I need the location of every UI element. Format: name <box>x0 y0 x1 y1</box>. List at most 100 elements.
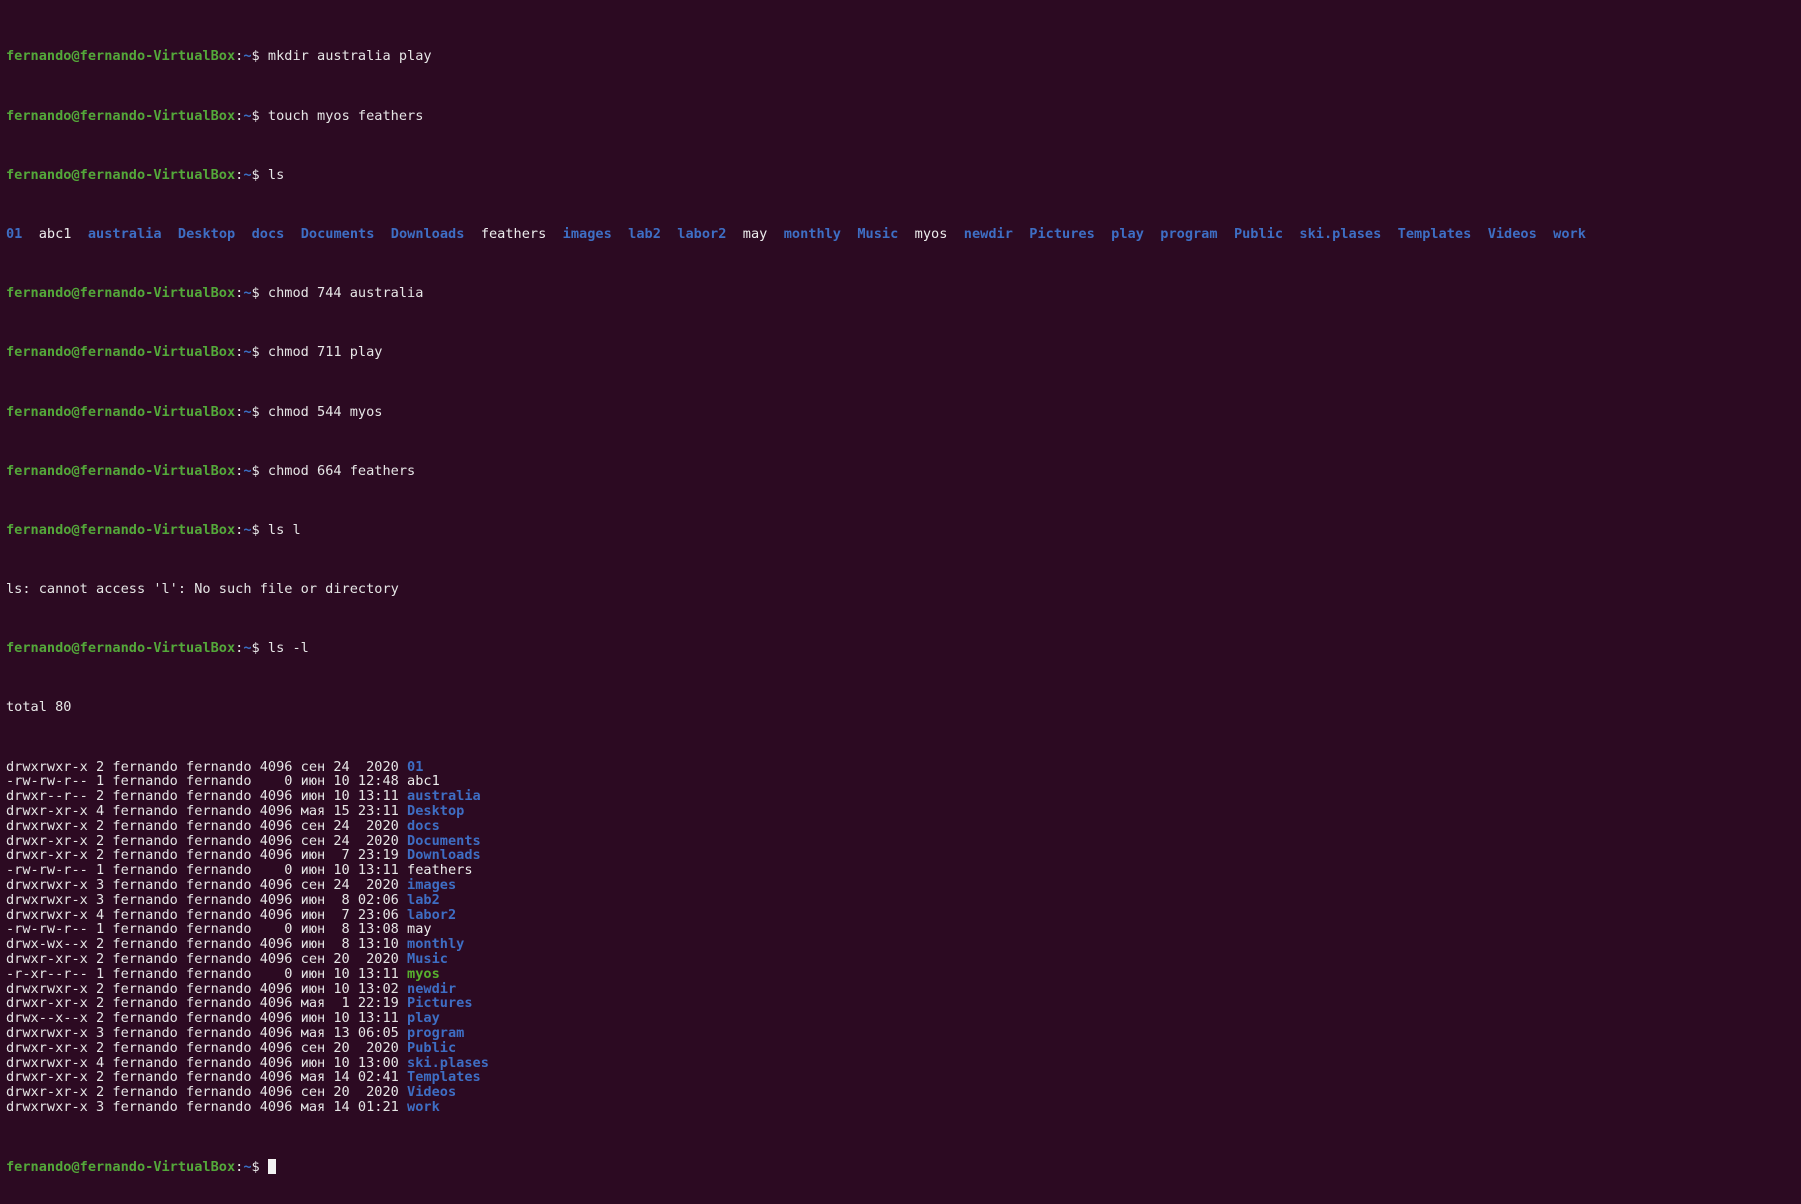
prompt-path: ~ <box>243 344 252 361</box>
ls-item: Public <box>1233 225 1284 242</box>
prompt-user-host: fernando@fernando-VirtualBox <box>6 1159 236 1176</box>
command-text: chmod 544 myos <box>267 403 383 420</box>
listing-meta: drwxr-xr-x 4 fernando fernando 4096 мая … <box>6 803 408 820</box>
listing-row: drwxrwxr-x 3 fernando fernando 4096 сен … <box>6 878 1795 893</box>
listing-meta: drwxr-xr-x 2 fernando fernando 4096 сен … <box>6 951 408 967</box>
command-text: chmod 744 australia <box>267 285 424 302</box>
listing-filename: Documents <box>407 832 481 849</box>
listing-meta: -rw-rw-r-- 1 fernando fernando 0 июн 10 … <box>6 773 408 790</box>
listing-meta: drwxrwxr-x 3 fernando fernando 4096 мая … <box>6 1024 408 1041</box>
prompt-user-host: fernando@fernando-VirtualBox <box>6 48 236 65</box>
listing-filename: newdir <box>407 980 457 997</box>
ls-item-separator <box>162 226 178 242</box>
listing-meta: drwxrwxr-x 2 fernando fernando 4096 июн … <box>6 980 408 997</box>
listing-meta: drwxr-xr-x 2 fernando fernando 4096 июн … <box>6 847 408 864</box>
listing-filename: feathers <box>407 862 473 879</box>
command-text: mkdir australia play <box>267 48 432 65</box>
listing-row: drwxr-xr-x 2 fernando fernando 4096 сен … <box>6 952 1795 967</box>
ls-item: images <box>562 225 612 242</box>
prompt-colon: : <box>235 1159 244 1176</box>
ls-item: 01 <box>6 225 23 242</box>
command-line: fernando@fernando-VirtualBox:~$ ls <box>6 166 1795 183</box>
listing-meta: drwxr-xr-x 2 fernando fernando 4096 сен … <box>6 1084 408 1101</box>
ls-item-separator <box>898 226 914 242</box>
command-line: fernando@fernando-VirtualBox:~$ ls -l <box>6 641 1795 656</box>
listing-meta: drwxr-xr-x 2 fernando fernando 4096 сен … <box>6 832 408 849</box>
listing-filename: 01 <box>407 758 424 775</box>
listing-filename: images <box>407 877 457 894</box>
listing-row: drwxrwxr-x 2 fernando fernando 4096 сен … <box>6 758 1795 775</box>
prompt-user-host: fernando@fernando-VirtualBox <box>6 403 236 420</box>
listing-meta: drwxrwxr-x 2 fernando fernando 4096 сен … <box>6 817 408 834</box>
active-prompt-line[interactable]: fernando@fernando-VirtualBox:~$ <box>6 1159 1795 1176</box>
prompt-symbol: $ <box>251 166 268 183</box>
command-text: chmod 711 play <box>267 344 383 361</box>
long-listing: drwxrwxr-x 2 fernando fernando 4096 сен … <box>6 758 1795 1115</box>
error-message: ls: cannot access 'l': No such file or d… <box>6 581 399 598</box>
ls-item: Templates <box>1397 225 1472 242</box>
listing-filename: abc1 <box>407 773 440 790</box>
listing-row: -rw-rw-r-- 1 fernando fernando 0 июн 10 … <box>6 863 1795 878</box>
listing-meta: drwxrwxr-x 4 fernando fernando 4096 июн … <box>6 906 408 923</box>
listing-row: drwxr-xr-x 2 fernando fernando 4096 сен … <box>6 832 1795 849</box>
listing-meta: -rw-rw-r-- 1 fernando fernando 0 июн 10 … <box>6 862 408 879</box>
ls-item: abc1 <box>38 225 72 242</box>
listing-filename: labor2 <box>407 906 457 923</box>
listing-filename: Music <box>407 951 448 967</box>
ls-output-line: 01 abc1 australia Desktop docs Documents… <box>6 227 1795 242</box>
listing-filename: monthly <box>407 936 465 953</box>
prompt-symbol: $ <box>251 640 268 657</box>
prompt-user-host: fernando@fernando-VirtualBox <box>6 640 236 657</box>
listing-meta: drwxrwxr-x 2 fernando fernando 4096 сен … <box>6 758 408 775</box>
ls-item: lab2 <box>628 225 661 242</box>
ls-item-separator <box>546 226 562 242</box>
ls-item-separator <box>612 226 628 242</box>
listing-filename: Public <box>407 1039 457 1056</box>
listing-filename: Videos <box>407 1084 457 1101</box>
ls-item: Videos <box>1487 225 1537 242</box>
prompt-symbol: $ <box>251 344 268 361</box>
listing-row: drwxrwxr-x 3 fernando fernando 4096 июн … <box>6 892 1795 908</box>
ls-item-separator <box>1095 226 1111 242</box>
terminal-window[interactable]: fernando@fernando-VirtualBox:~$ mkdir au… <box>0 0 1801 1175</box>
ls-item: Downloads <box>390 225 465 242</box>
listing-meta: drwxr-xr-x 2 fernando fernando 4096 мая … <box>6 1069 408 1086</box>
listing-filename: Downloads <box>407 847 481 864</box>
prompt-user-host: fernando@fernando-VirtualBox <box>6 166 236 183</box>
listing-meta: drwxr-xr-x 2 fernando fernando 4096 мая … <box>6 995 408 1012</box>
listing-row: -rw-rw-r-- 1 fernando fernando 0 июн 8 1… <box>6 922 1795 937</box>
ls-item-separator <box>235 226 251 242</box>
command-text: chmod 664 feathers <box>267 462 416 479</box>
ls-item: australia <box>87 225 162 242</box>
text-cursor[interactable] <box>267 1159 276 1175</box>
ls-item: ski.plases <box>1299 225 1382 242</box>
ls-item: Documents <box>300 225 375 242</box>
ls-item-separator <box>1537 226 1553 242</box>
listing-filename: docs <box>407 817 440 834</box>
listing-row: drwxr-xr-x 2 fernando fernando 4096 мая … <box>6 996 1795 1011</box>
prompt-symbol: $ <box>251 48 268 65</box>
ls-item-separator <box>464 226 480 242</box>
listing-row: drwxr-xr-x 4 fernando fernando 4096 мая … <box>6 804 1795 819</box>
listing-row: drwxr-xr-x 2 fernando fernando 4096 сен … <box>6 1039 1795 1056</box>
ls-item: play <box>1111 225 1144 242</box>
command-line: fernando@fernando-VirtualBox:~$ chmod 71… <box>6 345 1795 360</box>
listing-filename: Desktop <box>407 803 465 820</box>
command-line: fernando@fernando-VirtualBox:~$ touch my… <box>6 107 1795 124</box>
command-line: fernando@fernando-VirtualBox:~$ chmod 54… <box>6 403 1795 420</box>
ls-item-separator <box>1381 226 1397 242</box>
listing-row: drwx-wx--x 2 fernando fernando 4096 июн … <box>6 937 1795 952</box>
listing-row: -rw-rw-r-- 1 fernando fernando 0 июн 10 … <box>6 774 1795 789</box>
prompt-user-host: fernando@fernando-VirtualBox <box>6 521 236 538</box>
listing-filename: play <box>407 1010 440 1027</box>
prompt-symbol: $ <box>251 107 268 124</box>
listing-meta: drwx-wx--x 2 fernando fernando 4096 июн … <box>6 936 408 953</box>
listing-row: drwxrwxr-x 4 fernando fernando 4096 июн … <box>6 906 1795 923</box>
command-line: fernando@fernando-VirtualBox:~$ ls l <box>6 521 1795 538</box>
listing-filename: program <box>407 1024 465 1041</box>
listing-row: drwxr-xr-x 2 fernando fernando 4096 июн … <box>6 848 1795 863</box>
listing-meta: drwxr--r-- 2 fernando fernando 4096 июн … <box>6 788 408 805</box>
ls-item: Pictures <box>1029 225 1095 242</box>
ls-item: program <box>1160 225 1218 242</box>
listing-filename: work <box>407 1098 440 1115</box>
